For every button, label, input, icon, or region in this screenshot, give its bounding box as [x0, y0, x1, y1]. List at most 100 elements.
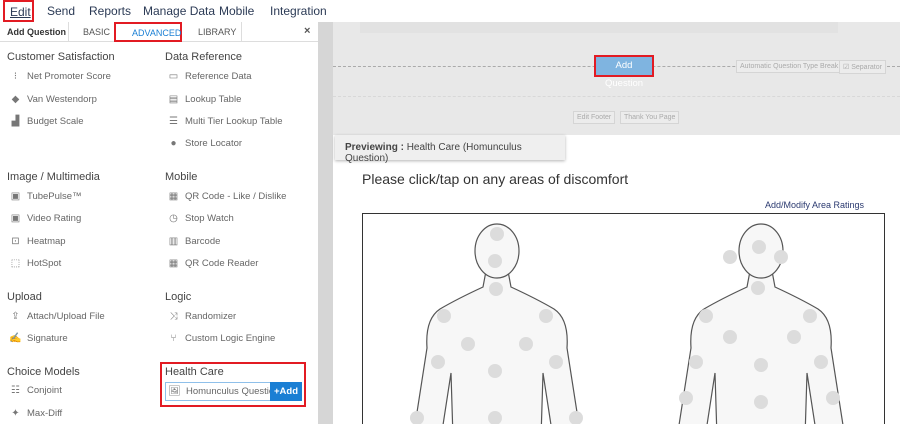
body-area-hotspot[interactable]: [488, 254, 502, 268]
item-label: Randomizer: [185, 311, 237, 322]
body-area-hotspot[interactable]: [549, 355, 563, 369]
menu-reports[interactable]: Reports: [89, 4, 131, 18]
heatmap-icon: ⊡: [11, 236, 20, 247]
item-label: HotSpot: [27, 258, 62, 269]
magic-wand-icon: ✦: [11, 408, 20, 419]
body-area-hotspot[interactable]: [723, 250, 737, 264]
item-tubepulse[interactable]: ▣ TubePulse™: [9, 191, 82, 202]
menu-manage-data[interactable]: Manage Data: [143, 4, 215, 18]
separator-button[interactable]: ☑ Separator: [839, 60, 886, 74]
tag-icon: ◆: [11, 94, 20, 105]
item-store-locator[interactable]: ● Store Locator: [167, 138, 242, 149]
section-upload: Upload: [7, 291, 42, 303]
signature-icon: ✍: [9, 333, 22, 344]
edit-footer-button[interactable]: Edit Footer: [573, 111, 616, 124]
item-randomizer[interactable]: ⤨ Randomizer: [167, 311, 237, 322]
item-qr-like-dislike[interactable]: ▦ QR Code - Like / Dislike: [167, 191, 287, 202]
item-label: Lookup Table: [185, 94, 242, 105]
conjoint-icon: ☷: [11, 385, 20, 396]
item-reference-data[interactable]: ▭ Reference Data: [167, 71, 252, 82]
section-customer-satisfaction: Customer Satisfaction: [7, 51, 115, 63]
image-icon: 🖼: [168, 386, 181, 397]
menu-integration[interactable]: Integration: [270, 4, 327, 18]
top-menu: Edit Send Reports Manage Data Mobile Int…: [0, 0, 900, 22]
menu-send[interactable]: Send: [47, 4, 75, 18]
body-area-hotspot[interactable]: [437, 309, 451, 323]
body-area-hotspot[interactable]: [679, 391, 693, 405]
item-heatmap[interactable]: ⊡ Heatmap: [9, 236, 65, 247]
item-max-diff[interactable]: ✦ Max-Diff: [9, 408, 62, 419]
item-label: Net Promoter Score: [27, 71, 111, 82]
item-label: QR Code Reader: [185, 258, 259, 269]
item-label: Van Westendorp: [27, 94, 97, 105]
branch-icon: ⑂: [170, 333, 177, 344]
qr-reader-icon: ▦: [168, 258, 179, 269]
add-modify-area-ratings-link[interactable]: Add/Modify Area Ratings: [765, 200, 864, 210]
qr-icon: ▦: [168, 191, 179, 202]
homunculus-row[interactable]: 🖼 Homunculus Question: [168, 386, 279, 397]
menu-edit[interactable]: Edit: [3, 0, 34, 22]
menu-mobile[interactable]: Mobile: [219, 4, 254, 18]
body-area-hotspot[interactable]: [461, 337, 475, 351]
body-area-hotspot[interactable]: [489, 282, 503, 296]
tab-library[interactable]: LIBRARY: [198, 27, 236, 37]
item-van-westendorp[interactable]: ◆ Van Westendorp: [9, 94, 97, 105]
thank-you-page-button[interactable]: Thank You Page: [620, 111, 680, 124]
add-homunculus-button[interactable]: +Add: [270, 382, 302, 401]
item-signature[interactable]: ✍ Signature: [9, 333, 67, 344]
body-area-hotspot[interactable]: [723, 330, 737, 344]
item-label: Attach/Upload File: [27, 311, 105, 322]
body-area-hotspot[interactable]: [519, 337, 533, 351]
body-area-hotspot[interactable]: [699, 309, 713, 323]
add-question-button[interactable]: Add Question: [594, 55, 654, 89]
section-health-care: Health Care: [165, 366, 224, 378]
body-area-hotspot[interactable]: [754, 358, 768, 372]
item-net-promoter-score[interactable]: ⁝ Net Promoter Score: [9, 71, 111, 82]
body-area-hotspot[interactable]: [826, 391, 840, 405]
body-area-hotspot[interactable]: [754, 395, 768, 409]
question-text: Please click/tap on any areas of discomf…: [362, 171, 629, 187]
item-qr-code-reader[interactable]: ▦ QR Code Reader: [167, 258, 259, 269]
shuffle-icon: ⤨: [169, 311, 178, 322]
item-barcode[interactable]: ▥ Barcode: [167, 236, 221, 247]
item-attach-upload-file[interactable]: ⇪ Attach/Upload File: [9, 311, 105, 322]
item-label: Video Rating: [27, 213, 82, 224]
body-area-hotspot[interactable]: [431, 355, 445, 369]
item-label: Max-Diff: [27, 408, 63, 419]
table-icon: ▤: [168, 94, 179, 105]
section-data-reference: Data Reference: [165, 51, 243, 63]
tab-advanced[interactable]: ADVANCED: [114, 22, 182, 42]
auto-question-type-break-button[interactable]: Automatic Question Type Break: [736, 60, 843, 73]
body-area-hotspot[interactable]: [689, 355, 703, 369]
item-conjoint[interactable]: ☷ Conjoint: [9, 385, 62, 396]
item-lookup-table[interactable]: ▤ Lookup Table: [167, 94, 242, 105]
item-label: Custom Logic Engine: [185, 333, 276, 344]
body-area-hotspot[interactable]: [488, 364, 502, 378]
barcode-icon: ▥: [168, 236, 179, 247]
body-area-hotspot[interactable]: [787, 330, 801, 344]
item-custom-logic-engine[interactable]: ⑂ Custom Logic Engine: [167, 333, 276, 344]
body-area-hotspot[interactable]: [774, 250, 788, 264]
body-area-hotspot[interactable]: [752, 240, 766, 254]
item-label: Multi Tier Lookup Table: [185, 116, 283, 127]
body-area-hotspot[interactable]: [490, 227, 504, 241]
section-mobile: Mobile: [165, 171, 198, 183]
item-hotspot[interactable]: ⬚ HotSpot: [9, 258, 62, 269]
item-label: Barcode: [185, 236, 221, 247]
item-multi-tier-lookup-table[interactable]: ☰ Multi Tier Lookup Table: [167, 116, 283, 127]
section-choice-models: Choice Models: [7, 366, 80, 378]
body-area-hotspot[interactable]: [803, 309, 817, 323]
upload-icon: ⇪: [11, 311, 20, 322]
item-budget-scale[interactable]: ▟ Budget Scale: [9, 116, 84, 127]
tab-basic[interactable]: BASIC: [83, 27, 110, 37]
item-stop-watch[interactable]: ◷ Stop Watch: [167, 213, 234, 224]
close-icon[interactable]: ×: [304, 25, 310, 37]
item-video-rating[interactable]: ▣ Video Rating: [9, 213, 81, 224]
section-logic: Logic: [165, 291, 192, 303]
body-area-hotspot[interactable]: [814, 355, 828, 369]
body-area-hotspot[interactable]: [539, 309, 553, 323]
body-area-hotspot[interactable]: [751, 281, 765, 295]
item-label: Conjoint: [27, 385, 62, 396]
homunculus-image[interactable]: [362, 213, 885, 424]
panel-scrollbar[interactable]: [318, 22, 333, 424]
